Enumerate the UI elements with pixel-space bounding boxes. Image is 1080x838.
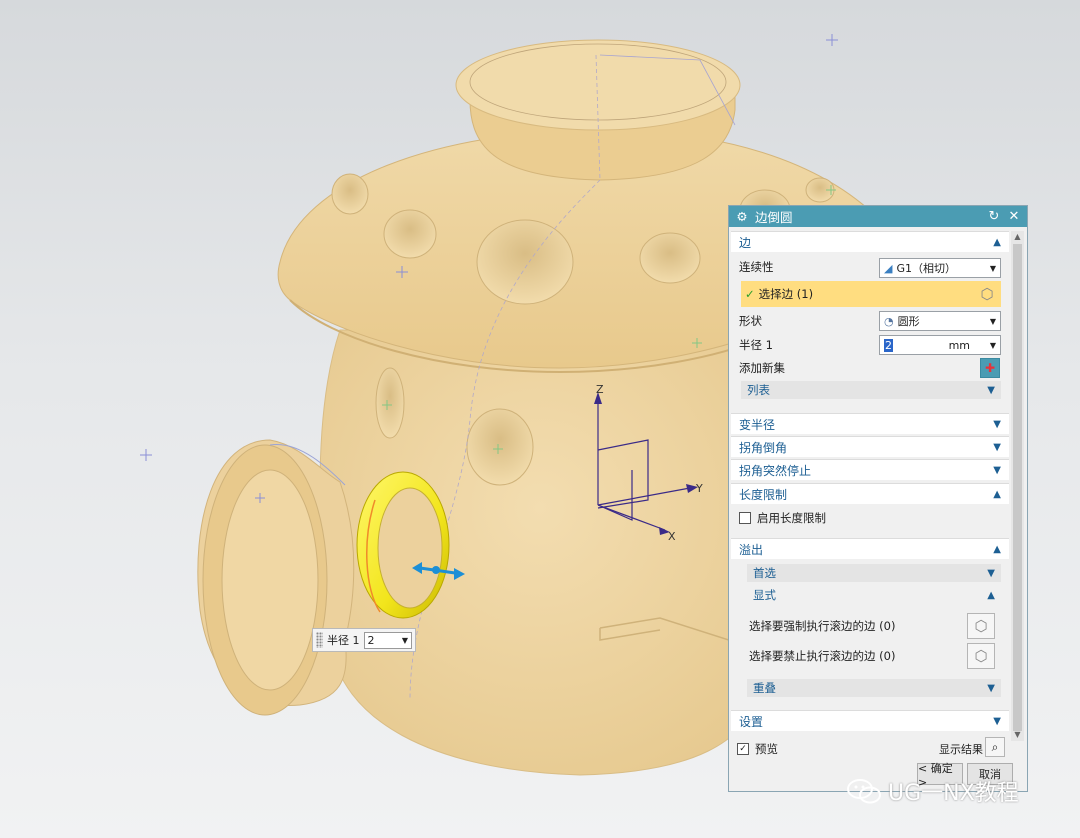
circular-shape-icon: ◔ xyxy=(884,314,894,328)
checkmark-icon: ✓ xyxy=(745,287,755,301)
scroll-thumb[interactable] xyxy=(1013,244,1022,731)
section-settings-header[interactable]: 设置 ▼ xyxy=(731,710,1009,731)
dialog-title: 边倒圆 xyxy=(755,210,793,225)
preview-row[interactable]: ✓ 预览 xyxy=(737,738,937,760)
select-edge-row[interactable]: ✓ 选择边 (1) xyxy=(741,281,973,307)
section-stop-short-header[interactable]: 拐角突然停止 ▼ xyxy=(731,459,1009,480)
prohibit-rolling-select-button[interactable]: ⬡ xyxy=(967,643,995,669)
show-result-label: 显示结果 xyxy=(939,743,983,756)
enable-length-limit-row[interactable]: 启用长度限制 xyxy=(739,507,1009,529)
prohibit-rolling-row: 选择要禁止执行滚边的边 (0) xyxy=(749,645,949,667)
prohibit-rolling-label: 选择要禁止执行滚边的边 (0) xyxy=(749,649,896,663)
continuity-select[interactable]: ◢ G1（相切） ▼ xyxy=(879,258,1001,278)
section-corner-setback-label: 拐角倒角 xyxy=(739,440,788,455)
watermark: UG一NX教程 xyxy=(846,775,1019,807)
add-new-set-row: 添加新集 xyxy=(739,357,1009,379)
chevron-down-icon: ▼ xyxy=(993,441,1001,453)
preferred-label: 首选 xyxy=(753,566,776,580)
preview-checkbox[interactable]: ✓ xyxy=(737,743,749,755)
select-edge-button-bg: ⬡ xyxy=(973,281,1001,307)
enable-length-limit-label: 启用长度限制 xyxy=(757,511,826,525)
gear-icon[interactable]: ⚙ xyxy=(735,209,749,224)
close-icon[interactable]: ✕ xyxy=(1007,209,1021,224)
inline-radius-field[interactable]: 半径 1 2 ▼ xyxy=(312,628,416,652)
scroll-up-icon[interactable]: ▲ xyxy=(1011,231,1024,243)
shape-value: 圆形 xyxy=(897,315,920,328)
force-rolling-row: 选择要强制执行滚边的边 (0) xyxy=(749,615,949,637)
chevron-down-icon: ▼ xyxy=(401,635,408,645)
radius-value[interactable]: 2 xyxy=(884,338,893,352)
chevron-down-icon: ▼ xyxy=(989,340,996,350)
force-rolling-label: 选择要强制执行滚边的边 (0) xyxy=(749,619,896,633)
cube-select-icon[interactable]: ⬡ xyxy=(980,285,993,303)
chevron-down-icon: ▼ xyxy=(987,567,995,579)
chevron-up-icon: ▲ xyxy=(993,543,1001,555)
chevron-up-icon: ▲ xyxy=(987,589,995,601)
watermark-text: UG一NX教程 xyxy=(888,781,1019,806)
axis-y-label: Y xyxy=(695,482,703,495)
explicit-label: 显式 xyxy=(753,588,776,602)
overlap-label: 重叠 xyxy=(753,681,776,695)
preferred-header[interactable]: 首选 ▼ xyxy=(747,564,1001,582)
chevron-down-icon: ▼ xyxy=(993,418,1001,430)
radius-input[interactable]: 2 mm ▼ xyxy=(879,335,1001,355)
inline-radius-select[interactable]: 2 ▼ xyxy=(363,631,412,649)
dialog-titlebar[interactable]: ⚙ 边倒圆 ↻ ✕ xyxy=(729,206,1027,227)
section-corner-setback-header[interactable]: 拐角倒角 ▼ xyxy=(731,436,1009,457)
preview-label: 预览 xyxy=(755,742,778,756)
chevron-down-icon: ▼ xyxy=(987,384,995,396)
show-result-button[interactable]: ⌕ xyxy=(985,737,1005,757)
section-length-limit-label: 长度限制 xyxy=(739,487,788,502)
add-new-set-label: 添加新集 xyxy=(739,361,785,375)
section-variable-radius-label: 变半径 xyxy=(739,417,776,432)
inline-radius-label: 半径 1 xyxy=(327,634,360,647)
shape-select[interactable]: ◔ 圆形 ▼ xyxy=(879,311,1001,331)
axis-z-label: Z xyxy=(596,383,604,396)
select-edge-label: 选择边 (1) xyxy=(758,287,814,301)
add-new-set-button[interactable]: ✚ xyxy=(980,358,1000,378)
shape-label: 形状 xyxy=(739,314,762,328)
radius-unit: mm xyxy=(948,338,970,352)
section-variable-radius-header[interactable]: 变半径 ▼ xyxy=(731,413,1009,434)
chevron-down-icon: ▼ xyxy=(989,263,996,273)
list-label: 列表 xyxy=(747,383,770,397)
tangent-curve-icon: ◢ xyxy=(884,261,893,275)
section-overflow-label: 溢出 xyxy=(739,542,764,557)
force-rolling-select-button[interactable]: ⬡ xyxy=(967,613,995,639)
section-overflow-header[interactable]: 溢出 ▲ xyxy=(731,538,1009,559)
section-length-limit-header[interactable]: 长度限制 ▲ xyxy=(731,483,1009,504)
continuity-value: G1（相切） xyxy=(896,262,956,275)
scroll-down-icon[interactable]: ▼ xyxy=(1011,729,1024,741)
explicit-header[interactable]: 显式 ▲ xyxy=(747,586,1001,604)
wechat-logo-icon xyxy=(847,779,881,804)
enable-length-limit-checkbox[interactable] xyxy=(739,512,751,524)
dialog-scrollbar[interactable]: ▲ ▼ xyxy=(1011,231,1024,741)
magnifier-icon: ⌕ xyxy=(991,739,999,754)
dialog-content: 边 ▲ 连续性 ◢ G1（相切） ▼ ✓ 选择边 (1) ⬡ 形状 ◔ 圆形 ▼… xyxy=(731,228,1009,740)
continuity-label: 连续性 xyxy=(739,260,774,274)
reset-icon[interactable]: ↻ xyxy=(987,209,1001,224)
inline-radius-value: 2 xyxy=(367,633,375,647)
edge-blend-dialog: ⚙ 边倒圆 ↻ ✕ ▲ ▼ 边 ▲ 连续性 ◢ G1（相切） ▼ ✓ 选择边 (… xyxy=(728,205,1028,792)
overlap-header[interactable]: 重叠 ▼ xyxy=(747,679,1001,697)
chevron-up-icon: ▲ xyxy=(993,236,1001,248)
chevron-down-icon: ▼ xyxy=(993,464,1001,476)
add-set-icon: ✚ xyxy=(984,361,996,375)
model-knob-top xyxy=(455,39,741,131)
chevron-up-icon: ▲ xyxy=(993,488,1001,500)
section-stop-short-label: 拐角突然停止 xyxy=(739,463,812,478)
section-edge-header[interactable]: 边 ▲ xyxy=(731,231,1009,252)
list-header[interactable]: 列表 ▼ xyxy=(741,381,1001,399)
drag-grip-icon[interactable] xyxy=(316,632,323,648)
radius-label: 半径 1 xyxy=(739,338,773,352)
chevron-down-icon: ▼ xyxy=(987,682,995,694)
section-settings-label: 设置 xyxy=(739,714,764,729)
axis-x-label: X xyxy=(668,530,676,543)
section-edge-label: 边 xyxy=(739,235,752,250)
cube-select-icon: ⬡ xyxy=(974,647,988,665)
chevron-down-icon: ▼ xyxy=(989,316,996,326)
cube-select-icon: ⬡ xyxy=(974,617,988,635)
chevron-down-icon: ▼ xyxy=(993,715,1001,727)
